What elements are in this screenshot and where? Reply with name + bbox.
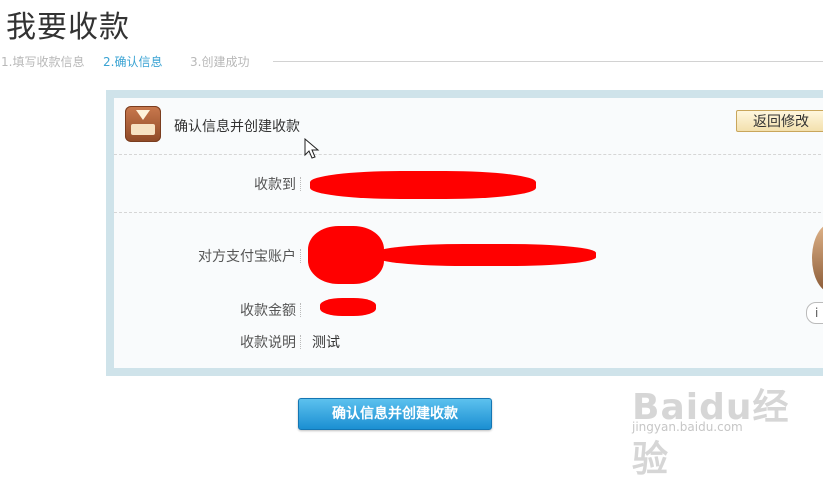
note-value: 测试 [312, 335, 340, 351]
row-separator [300, 177, 302, 191]
amount-redaction [320, 298, 376, 316]
panel-header-title: 确认信息并创建收款 [174, 119, 300, 135]
amount-label: 收款金额 [240, 303, 296, 319]
step-3: 3.创建成功 [190, 55, 250, 69]
account-redaction-line [376, 244, 596, 266]
payee-label: 收款到 [254, 177, 296, 193]
baidu-jingyan-watermark: Baidu经验 jingyan.baidu.com [632, 378, 822, 480]
step-1: 1.填写收款信息 [1, 55, 85, 69]
avatar [812, 223, 823, 293]
row-separator [300, 303, 302, 317]
step-2-active: 2.确认信息 [103, 55, 163, 69]
account-label: 对方支付宝账户 [198, 249, 296, 265]
account-redaction [308, 226, 384, 284]
watermark-url: jingyan.baidu.com [632, 420, 743, 434]
step-progress: 1.填写收款信息 2.确认信息 3.创建成功 [0, 53, 823, 71]
row-separator [300, 335, 302, 349]
back-edit-button[interactable]: 返回修改 [736, 110, 823, 132]
mouse-cursor-icon [304, 138, 320, 159]
confirm-panel-inner: 确认信息并创建收款 返回修改 收款到 对方支付宝账户 i 收款金额 收款说明 测… [114, 98, 823, 368]
row-divider [114, 212, 823, 213]
inbox-download-icon [125, 106, 161, 142]
avatar-side-button[interactable]: i [806, 302, 823, 324]
confirm-panel: 确认信息并创建收款 返回修改 收款到 对方支付宝账户 i 收款金额 收款说明 测… [106, 90, 823, 376]
row-separator [300, 249, 302, 263]
panel-header: 确认信息并创建收款 返回修改 [114, 98, 823, 159]
step-line [273, 61, 823, 62]
confirm-create-button[interactable]: 确认信息并创建收款 [298, 398, 492, 430]
payee-redaction [310, 171, 536, 199]
page-title: 我要收款 [6, 10, 130, 45]
note-label: 收款说明 [240, 335, 296, 351]
